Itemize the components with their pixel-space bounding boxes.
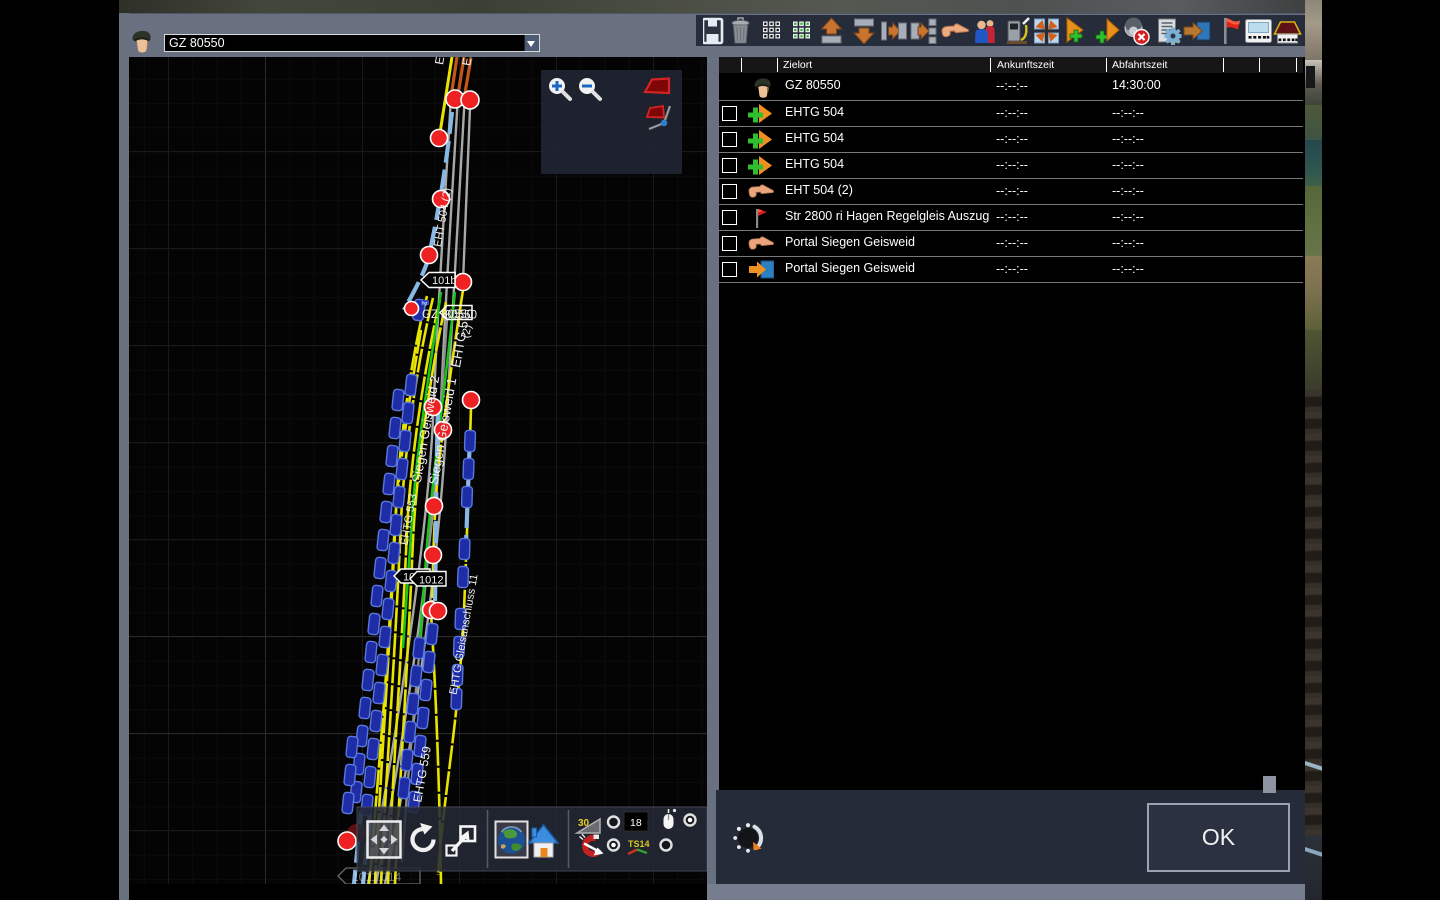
svg-text:hg: hg xyxy=(422,301,428,306)
svg-text:TS14: TS14 xyxy=(628,839,650,849)
svg-text:80550: 80550 xyxy=(445,310,477,322)
svg-text:1012: 1012 xyxy=(419,575,443,587)
svg-text:18: 18 xyxy=(630,817,642,829)
svg-text:101b: 101b xyxy=(432,275,456,287)
svg-text:1011.014: 1011.014 xyxy=(352,870,401,884)
